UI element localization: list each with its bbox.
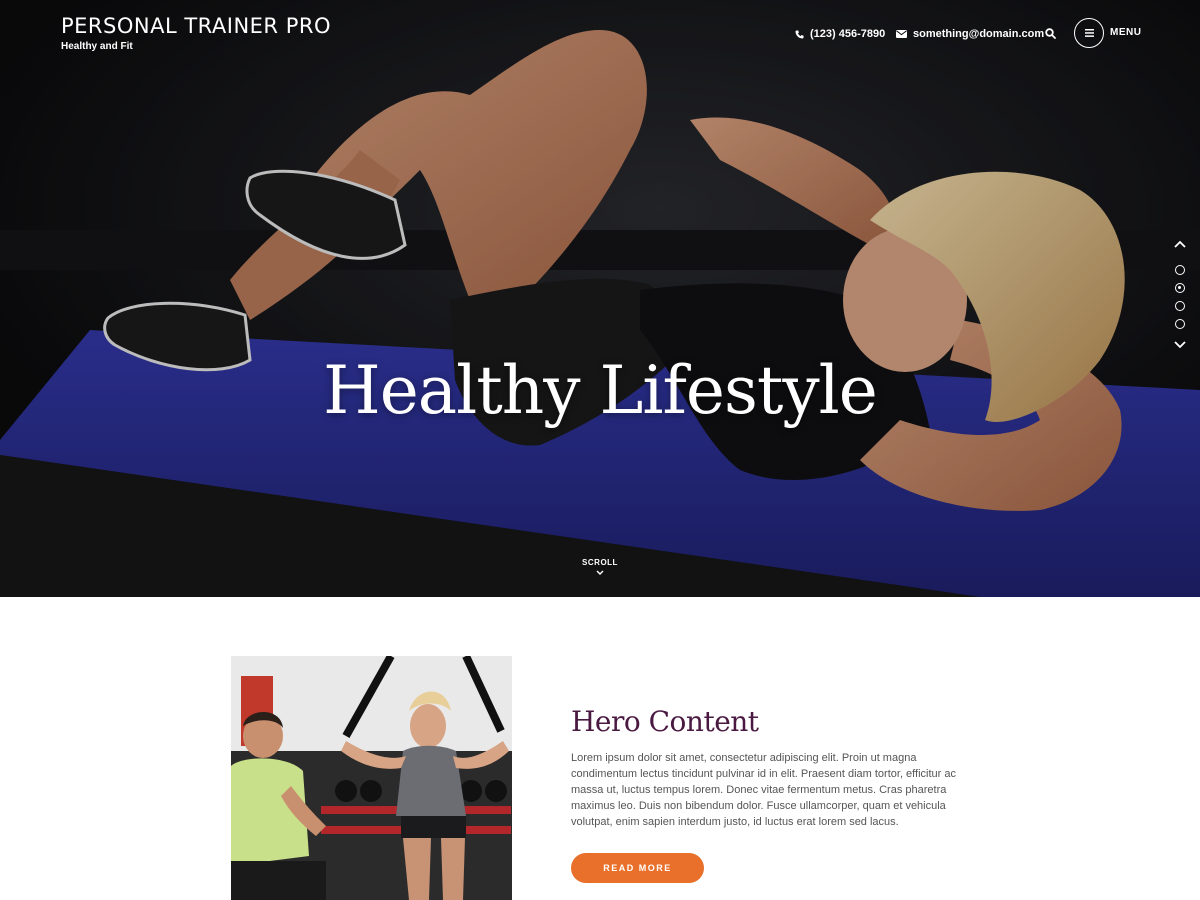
- envelope-icon: [896, 30, 907, 38]
- site-tagline: Healthy and Fit: [61, 41, 133, 52]
- intro-section: Hero Content Lorem ipsum dolor sit amet,…: [0, 597, 1200, 900]
- slider-prev-button[interactable]: [1170, 236, 1190, 252]
- intro-title: Hero Content: [571, 705, 759, 738]
- scroll-label: SCROLL: [582, 558, 618, 567]
- chevron-up-icon: [1174, 240, 1186, 248]
- hero-section: PERSONAL TRAINER PRO Healthy and Fit (12…: [0, 0, 1200, 597]
- header-phone[interactable]: (123) 456-7890: [795, 27, 885, 41]
- site-branding: PERSONAL TRAINER PRO Healthy and Fit: [61, 14, 331, 52]
- trainer-photo: [231, 656, 512, 900]
- slider-dot-3[interactable]: [1175, 301, 1185, 311]
- hero-heading: Healthy Lifestyle: [323, 352, 878, 429]
- intro-body: Lorem ipsum dolor sit amet, consectetur …: [571, 752, 956, 828]
- read-more-button[interactable]: READ MORE: [571, 853, 704, 883]
- search-button[interactable]: [1044, 27, 1058, 41]
- intro-text-block: Hero Content Lorem ipsum dolor sit amet,…: [571, 705, 966, 830]
- site-title-link[interactable]: PERSONAL TRAINER PRO: [61, 14, 331, 38]
- slider-next-button[interactable]: [1170, 337, 1190, 353]
- phone-icon: [795, 29, 804, 39]
- header-email-text: something@domain.com: [913, 28, 1045, 40]
- hero-background-image: [0, 0, 1200, 597]
- slider-dot-2[interactable]: [1175, 283, 1185, 293]
- menu-label[interactable]: MENU: [1110, 27, 1141, 38]
- slider-dot-4[interactable]: [1175, 319, 1185, 329]
- scroll-chevron-icon: [596, 570, 604, 575]
- search-icon: [1045, 28, 1056, 39]
- slider-dot-1[interactable]: [1175, 265, 1185, 275]
- slider-navigation: [1170, 236, 1190, 353]
- chevron-down-icon: [1174, 341, 1186, 349]
- header-email[interactable]: something@domain.com: [896, 27, 1044, 41]
- header-phone-text: (123) 456-7890: [810, 28, 886, 40]
- scroll-down-link[interactable]: SCROLL: [570, 558, 630, 577]
- menu-toggle-button[interactable]: [1074, 18, 1104, 48]
- hamburger-icon: [1084, 29, 1094, 37]
